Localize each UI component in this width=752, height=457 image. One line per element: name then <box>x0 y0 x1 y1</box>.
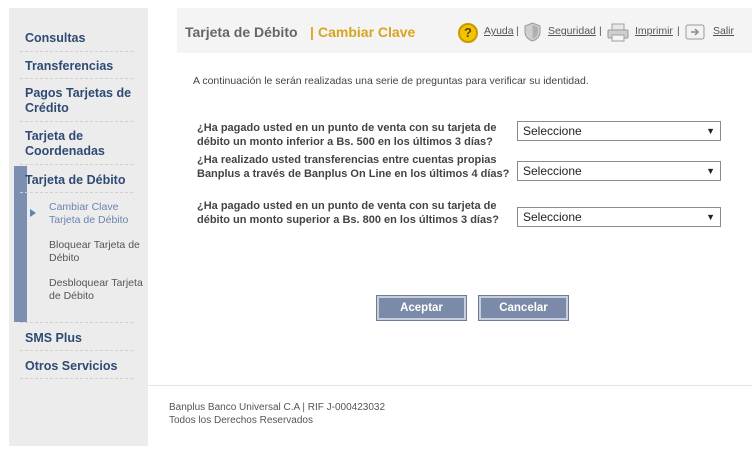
answer-select-2[interactable]: Seleccione ▼ <box>517 161 721 181</box>
question-2: ¿Ha realizado usted transferencias entre… <box>197 154 510 180</box>
dropdown-arrow-icon: ▼ <box>706 212 715 222</box>
sidebar-subitem-cambiar-clave[interactable]: Cambiar Clave Tarjeta de Débito <box>49 201 144 227</box>
sidebar-active-indicator <box>14 166 27 322</box>
sidebar-item-tarjeta-debito[interactable]: Tarjeta de Débito <box>25 173 133 188</box>
cancel-button[interactable]: Cancelar <box>478 295 569 321</box>
sidebar-item-pagos-tarjetas[interactable]: Pagos Tarjetas de Crédito <box>25 86 133 116</box>
sidebar-divider <box>20 378 133 379</box>
sidebar-item-consultas[interactable]: Consultas <box>25 31 133 46</box>
printer-icon[interactable] <box>607 23 629 42</box>
title-separator: | <box>310 24 314 40</box>
help-link[interactable]: Ayuda <box>484 25 514 37</box>
exit-icon[interactable] <box>685 24 705 40</box>
answer-select-1[interactable]: Seleccione ▼ <box>517 121 721 141</box>
link-separator: | <box>599 25 602 37</box>
sidebar-item-transferencias[interactable]: Transferencias <box>25 59 133 74</box>
sidebar-item-otros-servicios[interactable]: Otros Servicios <box>25 359 133 374</box>
sidebar-divider <box>20 121 133 122</box>
footer-company: Banplus Banco Universal C.A | RIF J-0004… <box>169 402 386 413</box>
select-value: Seleccione <box>523 210 582 224</box>
answer-select-3[interactable]: Seleccione ▼ <box>517 207 721 227</box>
select-value: Seleccione <box>523 124 582 138</box>
page-subtitle: Cambiar Clave <box>318 24 416 40</box>
sidebar-item-sms-plus[interactable]: SMS Plus <box>25 331 133 346</box>
security-link[interactable]: Seguridad <box>548 25 596 37</box>
footer-divider <box>148 385 752 386</box>
dropdown-arrow-icon: ▼ <box>706 126 715 136</box>
shield-icon[interactable] <box>524 22 541 42</box>
accept-button[interactable]: Aceptar <box>376 295 467 321</box>
link-separator: | <box>516 25 519 37</box>
active-arrow-icon <box>30 209 36 217</box>
intro-text: A continuación le serán realizadas una s… <box>193 75 589 87</box>
page-title: Tarjeta de Débito <box>185 24 298 40</box>
sidebar-divider <box>20 78 133 79</box>
sidebar-subitem-bloquear[interactable]: Bloquear Tarjeta de Débito <box>49 239 144 265</box>
sidebar-divider <box>20 350 133 351</box>
sidebar-item-tarjeta-coordenadas[interactable]: Tarjeta de Coordenadas <box>25 129 133 159</box>
sidebar-divider <box>20 322 133 323</box>
footer-rights: Todos los Derechos Reservados <box>169 415 313 426</box>
question-1: ¿Ha pagado usted en un punto de venta co… <box>197 122 497 148</box>
help-icon[interactable]: ? <box>458 23 478 43</box>
sidebar-subitem-desbloquear[interactable]: Desbloquear Tarjeta de Débito <box>49 277 144 303</box>
sidebar-divider <box>20 164 133 165</box>
link-separator: | <box>677 25 680 37</box>
sidebar-divider <box>20 192 133 193</box>
sidebar-divider <box>20 51 133 52</box>
dropdown-arrow-icon: ▼ <box>706 166 715 176</box>
print-link[interactable]: Imprimir <box>635 25 673 37</box>
select-value: Seleccione <box>523 164 582 178</box>
question-3: ¿Ha pagado usted en un punto de venta co… <box>197 200 499 226</box>
exit-link[interactable]: Salir <box>713 25 734 37</box>
